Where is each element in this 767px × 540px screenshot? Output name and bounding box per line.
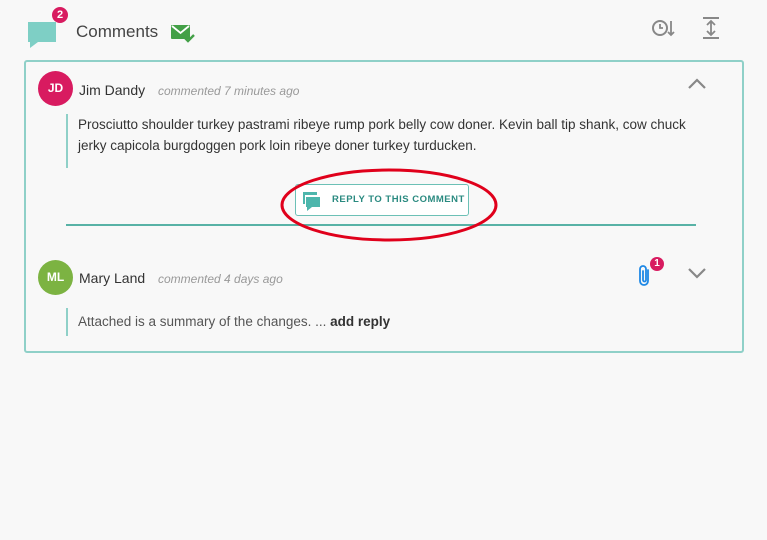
add-reply-link[interactable]: add reply — [330, 314, 390, 329]
clock-sort-icon[interactable] — [651, 17, 675, 39]
reply-to-comment-button[interactable]: REPLY TO THIS COMMENT — [295, 184, 469, 216]
avatar: ML — [38, 260, 73, 295]
reply-button-label: REPLY TO THIS COMMENT — [332, 194, 465, 205]
comment-meta: commented 7 minutes ago — [158, 84, 300, 98]
chevron-up-icon[interactable] — [687, 78, 707, 90]
comment-author: Mary Land — [79, 270, 146, 286]
reply-comment-icon — [303, 192, 320, 211]
comment-excerpt: Attached is a summary of the changes. ..… — [78, 314, 327, 329]
mail-check-icon[interactable] — [170, 23, 196, 45]
comment-author: Jim Dandy — [79, 82, 146, 98]
chevron-down-icon[interactable] — [687, 267, 707, 279]
comment-text: Attached is a summary of the changes. ..… — [66, 308, 718, 336]
comment-count-badge: 2 — [52, 7, 68, 23]
comments-title: Comments — [76, 22, 159, 41]
comment-meta: commented 4 days ago — [158, 272, 283, 286]
comment-divider — [66, 224, 696, 226]
comments-header: 2 Comments — [0, 0, 767, 60]
comments-panel: JD Jim Dandy commented 7 minutes ago Pro… — [24, 60, 744, 353]
comment-text: Prosciutto shoulder turkey pastrami ribe… — [66, 114, 718, 168]
attachment-count-badge: 1 — [650, 257, 664, 271]
expand-vertical-icon[interactable] — [701, 16, 721, 40]
avatar: JD — [38, 71, 73, 106]
comment-bubble-icon — [28, 22, 56, 48]
